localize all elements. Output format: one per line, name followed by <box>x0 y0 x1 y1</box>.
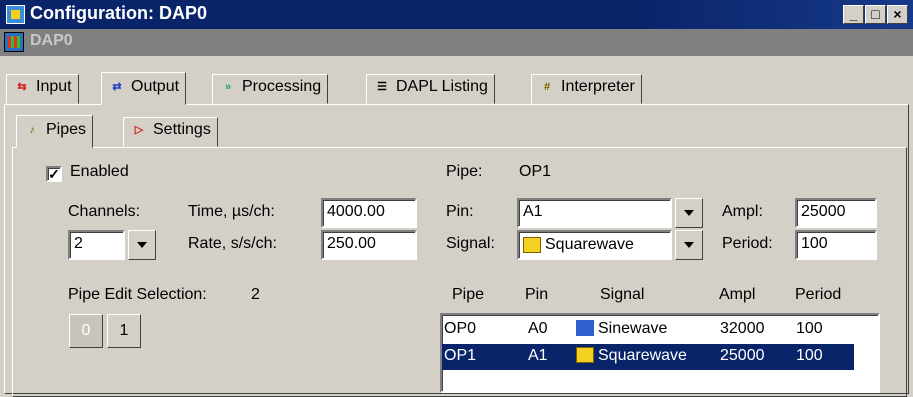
listing-icon: ☰ <box>377 81 387 93</box>
signal-select[interactable]: Squarewave <box>517 230 672 260</box>
device-icon <box>4 32 24 52</box>
pipe-edit-label: Pipe Edit Selection: <box>68 286 207 303</box>
cell-ampl: 25000 <box>720 347 765 364</box>
tab-processing-label: Processing <box>242 78 322 95</box>
squarewave-icon <box>576 347 594 363</box>
signal-label: Signal: <box>446 235 495 252</box>
main-tab-strip: ⇆ Input ⇄ Output » Processing ☰ DAPL Lis… <box>6 72 906 105</box>
interpreter-icon: # <box>543 81 551 93</box>
rate-input[interactable]: 250.00 <box>321 230 417 260</box>
ampl-input[interactable]: 25000 <box>795 198 877 228</box>
cell-pin: A1 <box>528 347 548 364</box>
cell-pipe: OP0 <box>444 320 477 337</box>
tab-dapl-listing-label: DAPL Listing <box>396 78 488 95</box>
settings-icon: ▷ <box>134 124 144 136</box>
enabled-checkbox[interactable]: ✓ <box>46 166 62 182</box>
pipe-select-button-1[interactable]: 1 <box>107 314 141 348</box>
tab-input-label: Input <box>36 78 72 95</box>
sub-tab-strip: ♪ Pipes ▷ Settings <box>16 115 416 148</box>
col-header-pin: Pin <box>525 286 549 303</box>
title-bar: Configuration: DAP0 _ □ × <box>0 0 913 29</box>
cell-period: 100 <box>796 320 823 337</box>
tab-output-label: Output <box>131 78 180 95</box>
tab-pipes-label: Pipes <box>46 121 87 138</box>
cell-period: 100 <box>796 347 823 364</box>
close-button[interactable]: × <box>887 5 908 24</box>
tab-output[interactable]: ⇄ Output <box>101 72 187 105</box>
tab-interpreter-label: Interpreter <box>561 78 635 95</box>
channels-label: Channels: <box>68 203 141 220</box>
pipe-list[interactable]: OP0 A0 Sinewave 32000 100 OP1 A1 Squarew… <box>440 313 880 393</box>
pipe-label: Pipe: <box>446 163 483 180</box>
cell-ampl: 32000 <box>720 320 765 337</box>
cell-signal: Sinewave <box>598 320 668 337</box>
period-label: Period: <box>722 235 773 252</box>
channels-dropdown-button[interactable] <box>128 230 156 260</box>
input-icon: ⇆ <box>17 81 27 93</box>
rate-label: Rate, s/s/ch: <box>188 235 277 252</box>
signal-select-value: Squarewave <box>545 236 634 253</box>
ampl-label: Ampl: <box>722 203 763 220</box>
enabled-label: Enabled <box>70 163 129 180</box>
document-name: DAP0 <box>30 32 73 49</box>
sinewave-icon <box>576 320 594 336</box>
app-icon <box>6 5 25 24</box>
table-row[interactable]: OP0 A0 Sinewave 32000 100 <box>442 317 854 343</box>
col-header-signal: Signal <box>600 286 645 303</box>
time-label: Time, µs/ch: <box>188 203 275 220</box>
window-title: Configuration: DAP0 <box>30 3 207 23</box>
cell-signal: Squarewave <box>598 347 687 364</box>
maximize-button[interactable]: □ <box>865 5 886 24</box>
tab-dapl-listing[interactable]: ☰ DAPL Listing <box>366 74 495 104</box>
cell-pin: A0 <box>528 320 548 337</box>
tab-interpreter[interactable]: # Interpreter <box>531 74 642 104</box>
output-icon: ⇄ <box>112 81 122 93</box>
minimize-button[interactable]: _ <box>843 5 864 24</box>
squarewave-icon <box>523 237 541 253</box>
tab-processing[interactable]: » Processing <box>212 74 329 104</box>
pin-label: Pin: <box>446 203 474 220</box>
tab-pipes[interactable]: ♪ Pipes <box>16 115 94 148</box>
signal-dropdown-button[interactable] <box>675 230 703 260</box>
tab-settings-label: Settings <box>153 121 211 138</box>
tab-settings[interactable]: ▷ Settings <box>123 117 218 147</box>
pin-dropdown-button[interactable] <box>675 198 703 228</box>
channels-select[interactable]: 2 <box>68 230 125 260</box>
pin-select[interactable]: A1 <box>517 198 672 228</box>
tab-input[interactable]: ⇆ Input <box>6 74 79 104</box>
time-input[interactable]: 4000.00 <box>321 198 417 228</box>
period-input[interactable]: 100 <box>795 230 877 260</box>
document-bar: DAP0 <box>0 29 913 56</box>
pipes-icon: ♪ <box>29 124 35 136</box>
table-row[interactable]: OP1 A1 Squarewave 25000 100 <box>442 344 854 370</box>
col-header-period: Period <box>795 286 842 303</box>
pipe-edit-value: 2 <box>251 286 260 303</box>
col-header-pipe: Pipe <box>452 286 485 303</box>
pipe-select-button-0[interactable]: 0 <box>69 314 103 348</box>
pipe-value: OP1 <box>519 163 552 180</box>
col-header-ampl: Ampl <box>719 286 756 303</box>
cell-pipe: OP1 <box>444 347 477 364</box>
processing-icon: » <box>224 81 232 93</box>
